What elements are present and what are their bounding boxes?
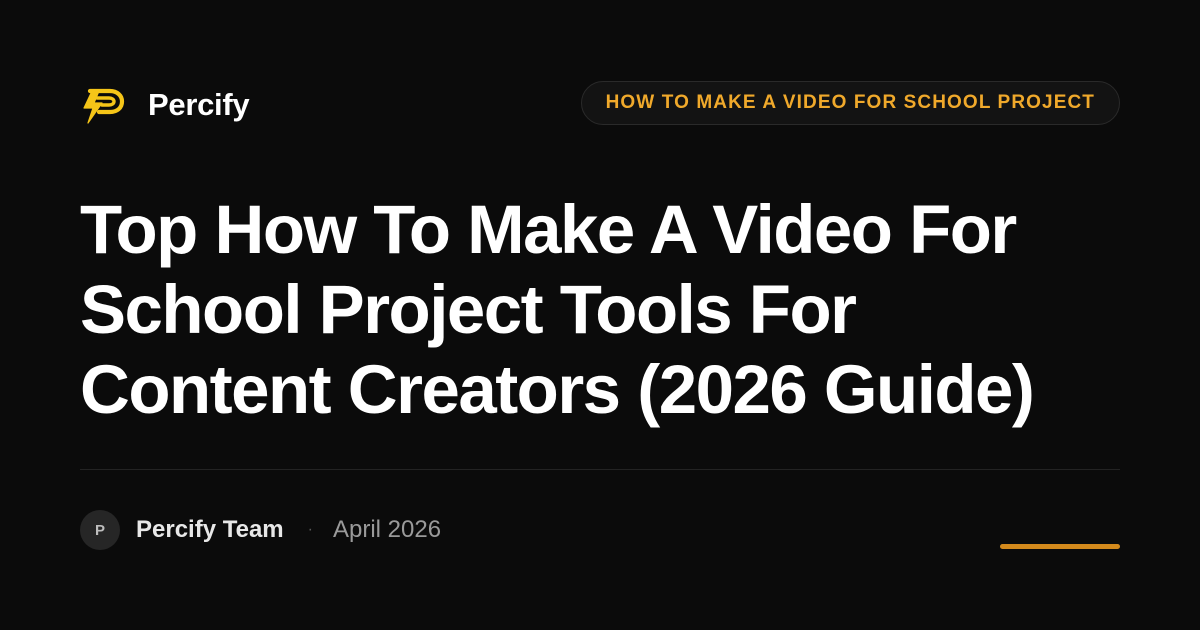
topic-tag: HOW TO MAKE A VIDEO FOR SCHOOL PROJECT [580,81,1120,125]
accent-bar [1000,544,1120,549]
title-line-1: Top How To Make A Video For [80,191,1017,268]
divider [80,469,1120,470]
brand-name: Percify [148,87,250,122]
page-title: Top How To Make A Video For School Proje… [80,190,1140,430]
publish-date: April 2026 [332,516,442,543]
byline: P Percify Team · April 2026 [80,510,441,550]
avatar: P [80,510,120,550]
brand: Percify [80,84,250,126]
separator-dot: · [307,521,313,538]
title-line-3: Content Creators (2026 Guide) [80,351,1035,428]
title-line-2: School Project Tools For [80,271,857,348]
author-name: Percify Team [136,516,284,543]
lightning-p-logo-icon [83,88,125,124]
